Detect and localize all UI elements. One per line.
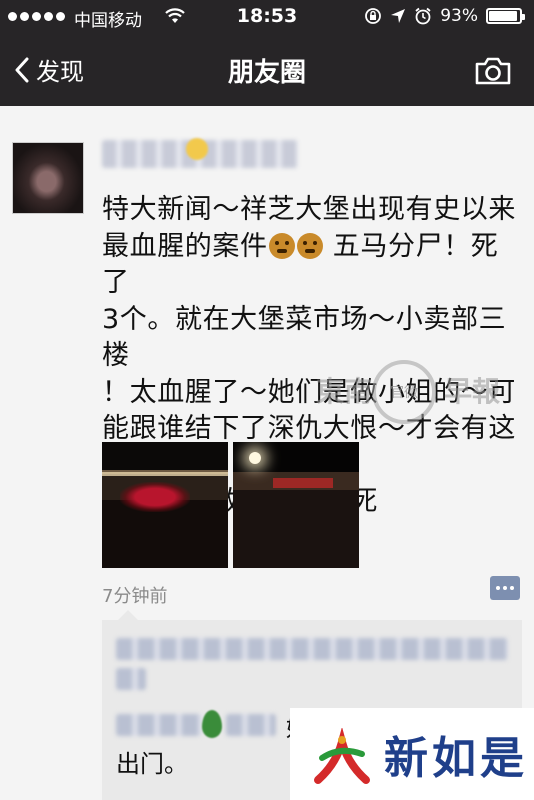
scared-face-icon <box>268 232 295 259</box>
post-photo-1[interactable] <box>102 442 228 568</box>
camera-icon[interactable] <box>474 56 512 86</box>
status-bar: 中国移动 18:53 93% <box>0 0 534 34</box>
logo-text: 新如是 <box>384 733 528 784</box>
post-photo-2[interactable] <box>233 442 359 568</box>
status-right: 93% <box>364 6 525 26</box>
post-line: 特大新闻～祥芝大堡出现有史以来 <box>102 194 516 225</box>
alarm-icon <box>415 7 431 25</box>
logo-mark-icon <box>314 728 370 784</box>
watermark-left: 東南 <box>316 375 373 408</box>
page-title: 朋友圈 <box>227 58 306 88</box>
nav-bar: 发现 朋友圈 <box>0 34 534 106</box>
watermark-badge-label: 官微 <box>390 385 418 401</box>
battery-icon <box>486 8 525 24</box>
watermark-right: 早報 <box>444 375 501 408</box>
post-line: 3个。就在大堡菜市场～小卖部三楼 <box>102 303 507 372</box>
avatar[interactable] <box>12 142 84 214</box>
location-arrow-icon <box>391 9 406 23</box>
moments-feed: 特大新闻～祥芝大堡出现有史以来 最血腥的案件 五马分尸！死了 3个。就在大堡菜市… <box>0 106 534 800</box>
blurred-likes-row <box>116 668 146 690</box>
logo-overlay: 新如是 <box>290 708 534 800</box>
watermark-badge: 官微 <box>372 360 436 424</box>
scared-face-icon <box>296 232 323 259</box>
comment-more-icon[interactable] <box>490 576 520 600</box>
blurred-likes-row <box>116 638 508 660</box>
battery-percent: 93% <box>440 6 478 26</box>
post-timestamp: 7分钟前 <box>102 586 168 607</box>
author-emoji-icon <box>186 138 208 160</box>
post-line: 最血腥的案件 五马分尸！死了 <box>102 230 499 299</box>
lock-rotation-icon <box>365 8 382 24</box>
